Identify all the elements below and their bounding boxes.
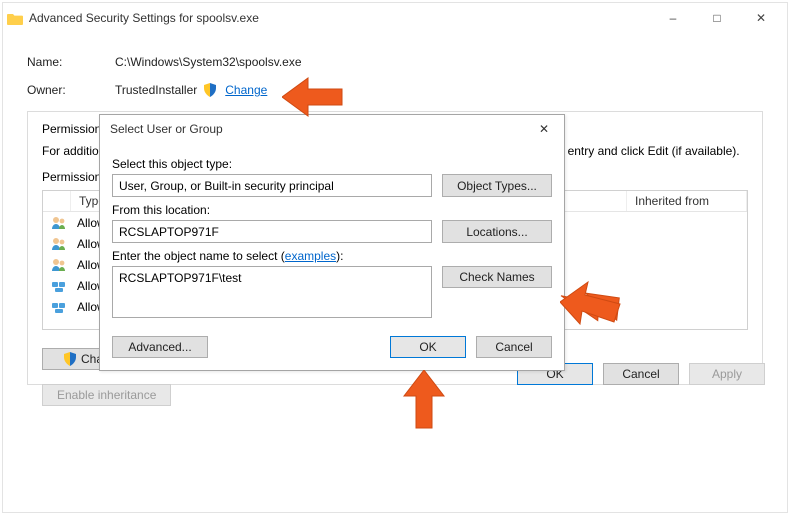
locations-button[interactable]: Locations... [442,220,552,243]
examples-link[interactable]: examples [285,249,336,263]
change-owner-link[interactable]: Change [225,83,267,97]
maximize-button[interactable]: □ [695,3,739,33]
col-inherited[interactable]: Inherited from [627,191,747,211]
cancel-button[interactable]: Cancel [603,363,679,385]
window-title: Advanced Security Settings for spoolsv.e… [29,11,645,25]
object-type-label: Select this object type: [112,157,552,171]
dialog-body: Select this object type: Object Types...… [100,143,564,370]
object-type-field[interactable] [112,174,432,197]
shield-icon [203,83,217,97]
name-row: Name: C:\Windows\System32\spoolsv.exe [27,55,763,69]
enter-name-label: Enter the object name to select (example… [112,249,552,263]
owner-label: Owner: [27,83,115,97]
close-button[interactable]: ✕ [739,3,783,33]
dialog-titlebar: Select User or Group ✕ [100,115,564,143]
group-icon [47,279,71,293]
minimize-button[interactable]: – [651,3,695,33]
owner-value: TrustedInstaller [115,83,197,97]
dialog-ok-button[interactable]: OK [390,336,466,358]
object-types-button[interactable]: Object Types... [442,174,552,197]
dialog-cancel-button[interactable]: Cancel [476,336,552,358]
folder-icon [7,12,23,25]
enter-name-prefix: Enter the object name to select ( [112,249,285,263]
location-label: From this location: [112,203,552,217]
user-icon [47,216,71,230]
shield-icon [63,352,77,366]
check-names-button[interactable]: Check Names [442,266,552,288]
apply-button[interactable]: Apply [689,363,765,385]
object-name-input[interactable] [112,266,432,318]
location-field[interactable] [112,220,432,243]
advanced-button[interactable]: Advanced... [112,336,208,358]
titlebar: Advanced Security Settings for spoolsv.e… [3,3,787,33]
user-icon [47,237,71,251]
name-label: Name: [27,55,115,69]
name-value: C:\Windows\System32\spoolsv.exe [115,55,302,69]
owner-row: Owner: TrustedInstaller Change [27,83,763,97]
group-icon [47,300,71,314]
user-icon [47,258,71,272]
window-controls: – □ ✕ [651,3,783,33]
enable-inheritance-button[interactable]: Enable inheritance [42,384,171,406]
select-user-dialog: Select User or Group ✕ Select this objec… [99,114,565,371]
enter-name-suffix: ): [336,249,343,263]
dialog-title: Select User or Group [110,122,534,136]
dialog-close-icon[interactable]: ✕ [534,122,554,136]
